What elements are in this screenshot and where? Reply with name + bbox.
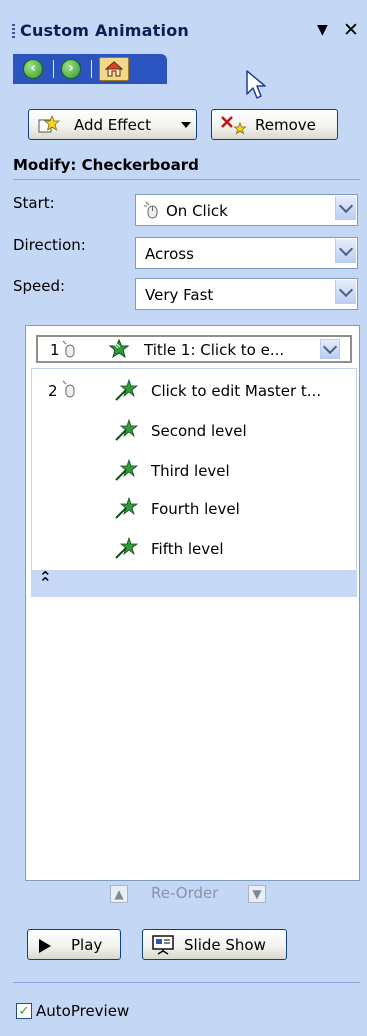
nav-separator: [91, 60, 92, 78]
checkmark-icon: ✓: [18, 1003, 30, 1019]
pane-title: Custom Animation: [20, 21, 189, 40]
autopreview-label: AutoPreview: [36, 1002, 130, 1020]
checkerboard-effect-icon: [108, 339, 130, 359]
arrow-down-icon: ▼: [252, 887, 262, 901]
mouse-cursor-icon: [246, 70, 266, 99]
effect-title: Fourth level: [151, 500, 240, 518]
effect-item-6[interactable]: Fifth level: [26, 532, 359, 566]
chevron-down-icon: [322, 339, 338, 355]
arrow-up-icon: ▲: [114, 887, 124, 901]
effect-title: Fifth level: [151, 540, 224, 558]
section-divider: [13, 179, 360, 180]
speed-value: Very Fast: [145, 286, 214, 304]
add-effect-label: Add Effect: [74, 116, 151, 134]
effect-item-5[interactable]: Fourth level: [26, 492, 359, 526]
add-effect-star-icon: [38, 115, 60, 133]
nav-separator: [53, 60, 54, 78]
direction-select[interactable]: Across: [135, 237, 358, 269]
start-value: On Click: [166, 202, 228, 220]
remove-button[interactable]: Remove: [211, 109, 338, 140]
remove-label: Remove: [255, 116, 316, 134]
effect-item-4[interactable]: Third level: [26, 454, 359, 488]
start-select[interactable]: On Click: [135, 194, 358, 226]
modify-heading: Modify: Checkerboard: [13, 156, 199, 174]
effect-star-icon: [115, 536, 138, 559]
effect-title: Third level: [151, 462, 230, 480]
speed-dropdown-button[interactable]: [335, 280, 356, 304]
effect-number: 2: [48, 382, 58, 400]
effect-star-icon: [115, 418, 138, 441]
play-icon: [39, 939, 51, 953]
effect-item-3[interactable]: Second level: [26, 414, 359, 448]
task-pane-nav-bar: ‹ ›: [13, 54, 167, 84]
direction-label: Direction:: [13, 236, 86, 254]
chevron-down-icon: [338, 198, 354, 214]
slide-show-button[interactable]: Slide Show: [142, 929, 287, 960]
effect-title: Title 1: Click to e...: [144, 341, 285, 359]
effect-item-dropdown-button[interactable]: [320, 339, 340, 359]
effect-list[interactable]: ⌃ ⌃ 1 Title 1: Click to e... 2 Click to …: [25, 325, 360, 881]
forward-icon: ›: [61, 59, 81, 79]
pane-close-button[interactable]: ✕: [343, 19, 359, 41]
add-effect-dropdown-arrow-icon: [181, 122, 191, 128]
chevron-down-icon: [338, 241, 354, 257]
mouse-click-icon: [62, 340, 75, 358]
effect-star-icon: [115, 496, 138, 519]
slide-show-icon: [152, 935, 174, 955]
remove-effect-icon: [221, 116, 247, 135]
move-up-button[interactable]: ▲: [110, 885, 128, 903]
move-down-button[interactable]: ▼: [248, 885, 266, 903]
autopreview-checkbox[interactable]: ✓: [16, 1003, 32, 1019]
effect-star-icon: [115, 378, 138, 401]
home-icon: [105, 61, 123, 77]
chevron-down-icon: [338, 282, 354, 298]
slide-show-label: Slide Show: [184, 936, 266, 954]
effect-number: 1: [50, 341, 60, 359]
pane-menu-button[interactable]: ▼: [317, 22, 328, 38]
effect-star-icon: [115, 458, 138, 481]
pane-grip[interactable]: [12, 24, 15, 40]
add-effect-button[interactable]: Add Effect: [28, 109, 197, 140]
effect-title: Click to edit Master t...: [151, 382, 322, 400]
footer-divider: [13, 982, 360, 983]
collapse-chevron-icon: ⌃: [39, 574, 52, 592]
direction-value: Across: [145, 245, 194, 263]
home-button[interactable]: [99, 57, 129, 81]
speed-label: Speed:: [13, 277, 66, 295]
back-button[interactable]: ‹: [21, 57, 45, 81]
mouse-click-icon: [62, 380, 75, 398]
start-dropdown-button[interactable]: [335, 196, 356, 220]
start-label: Start:: [13, 194, 55, 212]
effect-item-1[interactable]: 1 Title 1: Click to e...: [36, 335, 352, 363]
play-button[interactable]: Play: [27, 929, 121, 960]
reorder-label: Re-Order: [151, 884, 219, 902]
direction-dropdown-button[interactable]: [335, 239, 356, 263]
collapse-bar[interactable]: ⌃ ⌃: [31, 570, 357, 597]
back-icon: ‹: [23, 59, 43, 79]
play-label: Play: [71, 936, 103, 954]
mouse-click-icon: [144, 201, 158, 219]
forward-button[interactable]: ›: [59, 57, 83, 81]
effect-title: Second level: [151, 422, 247, 440]
effect-item-2[interactable]: 2 Click to edit Master t...: [26, 374, 359, 408]
speed-select[interactable]: Very Fast: [135, 278, 358, 310]
